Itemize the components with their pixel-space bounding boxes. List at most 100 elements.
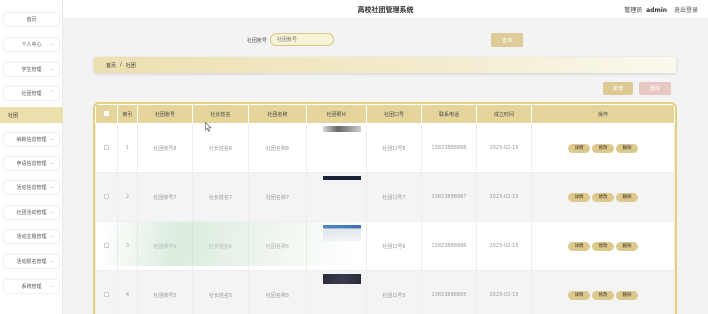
cell-slogan: 社团口号6 (366, 221, 422, 271)
breadcrumb: 首页 / 社团 (94, 57, 676, 73)
edit-button[interactable]: 修改 (592, 192, 614, 202)
delete-button[interactable]: 删除 (616, 192, 638, 202)
select-all-cell (95, 104, 118, 124)
detail-button[interactable]: 详情 (568, 192, 590, 202)
sidebar-item-personal-center[interactable]: 个人中心 ⌄ (4, 38, 59, 51)
chevron-down-icon: ⌄ (50, 259, 54, 264)
club-photo (323, 176, 361, 180)
detail-button[interactable]: 详情 (568, 290, 590, 300)
sidebar-item-label: 社团管理 (21, 91, 42, 97)
column-header: 成立时间 (476, 104, 532, 124)
select-all-checkbox[interactable] (104, 110, 109, 116)
search-label: 社团账号 (247, 38, 268, 44)
edit-button[interactable]: 修改 (592, 241, 614, 251)
cell-name: 社团名称7 (248, 172, 307, 222)
cell-leader: 社长姓名7 (192, 172, 249, 222)
table-header-row: 索引 社团账号 社长姓名 社团名称 社团照片 社团口号 联系电话 成立时间 操作 (95, 104, 675, 124)
sidebar-item-label: 社团活动管理 (16, 210, 47, 216)
cell-slogan: 社团口号8 (366, 123, 422, 173)
sidebar-item-club-activity[interactable]: 社团活动管理 ⌄ (4, 206, 59, 219)
sidebar-item-label: 纳新信息管理 (16, 137, 47, 143)
sidebar-subitem-club[interactable]: 社团 (0, 107, 63, 123)
breadcrumb-home[interactable]: 首页 (106, 62, 116, 69)
column-header: 索引 (117, 104, 138, 124)
cell-index: 2 (117, 172, 138, 222)
logout-link[interactable]: 退出登录 (674, 7, 698, 14)
sidebar-item-activity-info[interactable]: 活动信息管理 ⌄ (4, 181, 59, 194)
sidebar-item-label: 活动信息管理 (16, 185, 47, 191)
column-header: 联系电话 (421, 104, 477, 124)
chevron-down-icon: ⌄ (50, 42, 54, 47)
batch-delete-button[interactable]: 删除 (639, 82, 671, 95)
cell-account: 社团账号6 (137, 221, 193, 271)
breadcrumb-separator: / (120, 62, 122, 68)
cell-date: 2023-02-15 (476, 172, 532, 222)
row-checkbox[interactable] (104, 144, 109, 150)
detail-button[interactable]: 详情 (568, 143, 590, 153)
sidebar-item-label: 学生管理 (21, 67, 42, 73)
row-select-cell (95, 123, 118, 173)
chevron-down-icon: ⌄ (50, 67, 54, 72)
sidebar-item-activity-theme[interactable]: 活动主题管理 ⌄ (4, 230, 59, 243)
sidebar-item-home[interactable]: 首页 (4, 13, 59, 26)
cell-photo (306, 270, 367, 314)
table-row: 1 社团账号8 社长姓名8 社团名称8 社团口号8 13823888888 20… (95, 123, 675, 173)
cell-actions: 详情 修改 删除 (531, 172, 675, 222)
chevron-down-icon: ⌄ (50, 234, 54, 239)
delete-button[interactable]: 删除 (616, 143, 638, 153)
edit-button[interactable]: 修改 (592, 290, 614, 300)
column-header: 操作 (531, 104, 675, 124)
search-input[interactable] (270, 33, 334, 46)
cell-account: 社团账号7 (137, 172, 193, 222)
sidebar-item-system-management[interactable]: 系统管理 ⌄ (4, 280, 59, 293)
cell-slogan: 社团口号5 (366, 270, 422, 314)
user-role: 管理员 (624, 7, 643, 14)
sidebar-item-label: 首页 (26, 17, 37, 23)
search-button[interactable]: 查询 (491, 33, 523, 47)
cell-phone: 13823888887 (421, 172, 477, 222)
cell-actions: 详情 修改 删除 (531, 221, 675, 271)
cell-leader: 社长姓名8 (192, 123, 249, 173)
cell-name: 社团名称8 (248, 123, 307, 173)
sidebar-item-student-management[interactable]: 学生管理 ⌄ (4, 63, 59, 76)
cell-photo (306, 172, 367, 222)
username: admin (646, 7, 668, 14)
delete-button[interactable]: 删除 (616, 290, 638, 300)
cell-phone: 13823888888 (421, 123, 477, 173)
sidebar-item-recruitment-info[interactable]: 纳新信息管理 ⌄ (4, 133, 59, 146)
cell-account: 社团账号5 (137, 270, 193, 314)
sidebar-subitem-label: 社团 (8, 112, 19, 119)
delete-button[interactable]: 删除 (616, 241, 638, 251)
cell-account: 社团账号8 (137, 123, 193, 173)
edit-button[interactable]: 修改 (592, 143, 614, 153)
cell-phone: 13823888886 (421, 221, 477, 271)
row-checkbox[interactable] (104, 193, 109, 199)
cell-actions: 详情 修改 删除 (531, 270, 675, 314)
cell-name: 社团名称5 (248, 270, 307, 314)
cell-index: 4 (117, 270, 138, 314)
cell-index: 1 (117, 123, 138, 173)
sidebar-item-application-info[interactable]: 申请信息管理 ⌄ (4, 157, 59, 170)
row-checkbox[interactable] (104, 291, 109, 297)
sidebar-item-club-management[interactable]: 社团管理 ⌃ (4, 87, 59, 100)
sidebar-item-activity-signup[interactable]: 活动报名管理 ⌄ (4, 255, 59, 268)
cell-leader: 社长姓名5 (192, 270, 249, 314)
chevron-down-icon: ⌄ (50, 161, 54, 166)
row-checkbox[interactable] (104, 242, 109, 248)
cell-index: 3 (117, 221, 138, 271)
detail-button[interactable]: 详情 (568, 241, 590, 251)
sidebar-item-label: 个人中心 (21, 42, 42, 48)
cell-date: 2023-02-15 (476, 123, 532, 173)
club-table: 索引 社团账号 社长姓名 社团名称 社团照片 社团口号 联系电话 成立时间 操作… (93, 102, 677, 314)
column-header: 社团名称 (248, 104, 307, 124)
chevron-down-icon: ⌄ (50, 137, 54, 142)
sidebar-item-label: 活动报名管理 (16, 259, 47, 265)
row-select-cell (95, 221, 118, 271)
user-area: 管理员 admin 退出登录 (624, 5, 698, 14)
mouse-pointer-icon (205, 122, 212, 132)
add-button[interactable]: 新增 (603, 82, 633, 95)
cell-photo (306, 221, 367, 271)
row-select-cell (95, 172, 118, 222)
table-row: 2 社团账号7 社长姓名7 社团名称7 社团口号7 13823888887 20… (95, 172, 675, 222)
table-row: 4 社团账号5 社长姓名5 社团名称5 社团口号5 13823888885 20… (95, 270, 675, 314)
